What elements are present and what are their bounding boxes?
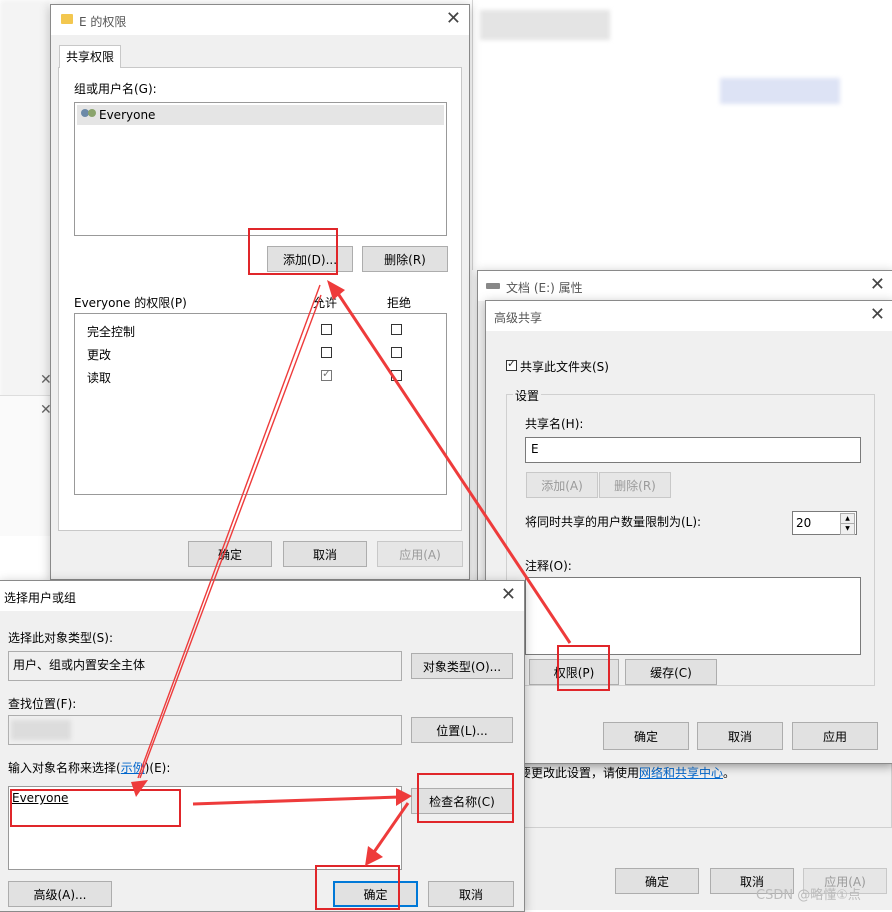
- close-icon[interactable]: ✕: [501, 585, 516, 605]
- share-folder-label[interactable]: 共享此文件夹(S): [520, 358, 609, 375]
- properties-titlebar: 文档 (E:) 属性 ✕: [478, 271, 892, 301]
- select-title: 选择用户或组: [4, 591, 77, 605]
- perm-name: 完全控制: [87, 325, 136, 339]
- close-icon[interactable]: ✕: [870, 275, 885, 295]
- perm-name: 更改: [87, 348, 112, 362]
- object-types-button[interactable]: 对象类型(O)...: [411, 653, 513, 679]
- perm-deny-checkbox[interactable]: [391, 347, 402, 358]
- enter-names-label: 输入对象名称来选择(示例)(E):: [8, 761, 171, 775]
- object-type-label: 选择此对象类型(S):: [8, 631, 114, 645]
- locations-button[interactable]: 位置(L)...: [411, 717, 513, 743]
- advanced-button[interactable]: 高级(A)...: [8, 881, 112, 907]
- perm-allow-checkbox[interactable]: [321, 347, 332, 358]
- tab-panel: 组或用户名(G): Everyone 添加(D)... 删除(R) Everyo…: [58, 67, 462, 531]
- properties-title: 文档 (E:) 属性: [506, 281, 583, 295]
- permissions-title: E 的权限: [79, 15, 127, 29]
- select-titlebar: 选择用户或组 ✕: [0, 581, 524, 611]
- cancel-button[interactable]: 取消: [283, 541, 367, 567]
- comment-input[interactable]: [525, 577, 861, 655]
- list-item[interactable]: Everyone: [77, 105, 444, 125]
- permissions-list: 完全控制 更改 读取: [74, 313, 447, 495]
- settings-group-label: 设置: [513, 387, 542, 404]
- remove-button[interactable]: 删除(R): [362, 246, 448, 272]
- add-button[interactable]: 添加(D)...: [267, 246, 353, 272]
- close-icon[interactable]: ✕: [446, 9, 461, 29]
- examples-link[interactable]: 示例: [121, 761, 145, 775]
- perm-deny-checkbox[interactable]: [391, 324, 402, 335]
- advanced-apply-button[interactable]: 应用: [792, 722, 878, 750]
- limit-input[interactable]: 20 ▲ ▼: [792, 511, 857, 535]
- drive-icon: [486, 283, 500, 289]
- location-label: 查找位置(F):: [8, 697, 77, 711]
- select-ok-button[interactable]: 确定: [333, 881, 418, 907]
- folder-icon: [61, 14, 73, 24]
- check-names-button[interactable]: 检查名称(C): [411, 788, 513, 814]
- permissions-button[interactable]: 权限(P): [529, 659, 619, 685]
- advanced-titlebar: 高级共享 ✕: [486, 301, 892, 331]
- tab-share-permissions[interactable]: 共享权限: [59, 45, 122, 68]
- share-folder-checkbox[interactable]: [506, 357, 517, 371]
- permissions-label: Everyone 的权限(P): [74, 296, 187, 310]
- permissions-titlebar: E 的权限 ✕: [51, 5, 469, 35]
- object-names-input[interactable]: Everyone: [8, 786, 402, 870]
- advanced-ok-button[interactable]: 确定: [603, 722, 689, 750]
- perm-name: 读取: [87, 371, 112, 385]
- select-users-dialog: 选择用户或组 ✕ 选择此对象类型(S): 用户、组或内置安全主体 对象类型(O)…: [0, 580, 525, 912]
- apply-button[interactable]: 应用(A): [377, 541, 463, 567]
- perm-allow-checkbox[interactable]: [321, 324, 332, 335]
- advanced-cancel-button[interactable]: 取消: [697, 722, 783, 750]
- allow-header: 允许: [313, 296, 338, 310]
- perm-deny-checkbox[interactable]: [391, 370, 402, 381]
- object-type-value: 用户、组或内置安全主体: [8, 651, 402, 681]
- location-blurred: [11, 720, 71, 740]
- settings-group: 设置 共享名(H): E 添加(A) 删除(R) 将同时共享的用户数量限制为(L…: [506, 387, 875, 686]
- background-divider: [472, 0, 473, 270]
- permissions-dialog: E 的权限 ✕ 共享权限 组或用户名(G): Everyone 添加(D)...…: [50, 4, 470, 580]
- list-item-label: Everyone: [99, 108, 156, 122]
- group-label: 组或用户名(G):: [74, 82, 157, 96]
- limit-label: 将同时共享的用户数量限制为(L):: [525, 515, 702, 529]
- perm-allow-checkbox[interactable]: [321, 367, 332, 381]
- caching-button[interactable]: 缓存(C): [625, 659, 717, 685]
- share-name-input[interactable]: E: [525, 437, 861, 463]
- users-icon-2: [88, 109, 96, 117]
- advanced-title: 高级共享: [494, 311, 543, 325]
- deny-header: 拒绝: [387, 296, 412, 310]
- watermark: CSDN @略懂①点: [756, 888, 861, 903]
- properties-panel-border: [509, 758, 892, 828]
- user-list[interactable]: Everyone: [74, 102, 447, 236]
- share-name-label: 共享名(H):: [525, 417, 584, 431]
- advanced-sharing-dialog: 高级共享 ✕ 共享此文件夹(S) 设置 共享名(H): E 添加(A) 删除(R…: [485, 300, 892, 764]
- location-value: [8, 715, 402, 745]
- select-cancel-button[interactable]: 取消: [428, 881, 514, 907]
- share-add-button[interactable]: 添加(A): [526, 472, 598, 498]
- close-icon[interactable]: ✕: [870, 305, 885, 325]
- spin-down-icon[interactable]: ▼: [840, 523, 855, 535]
- properties-ok-button[interactable]: 确定: [615, 868, 699, 894]
- share-remove-button[interactable]: 删除(R): [599, 472, 671, 498]
- ok-button[interactable]: 确定: [188, 541, 272, 567]
- comment-label: 注释(O):: [525, 559, 572, 573]
